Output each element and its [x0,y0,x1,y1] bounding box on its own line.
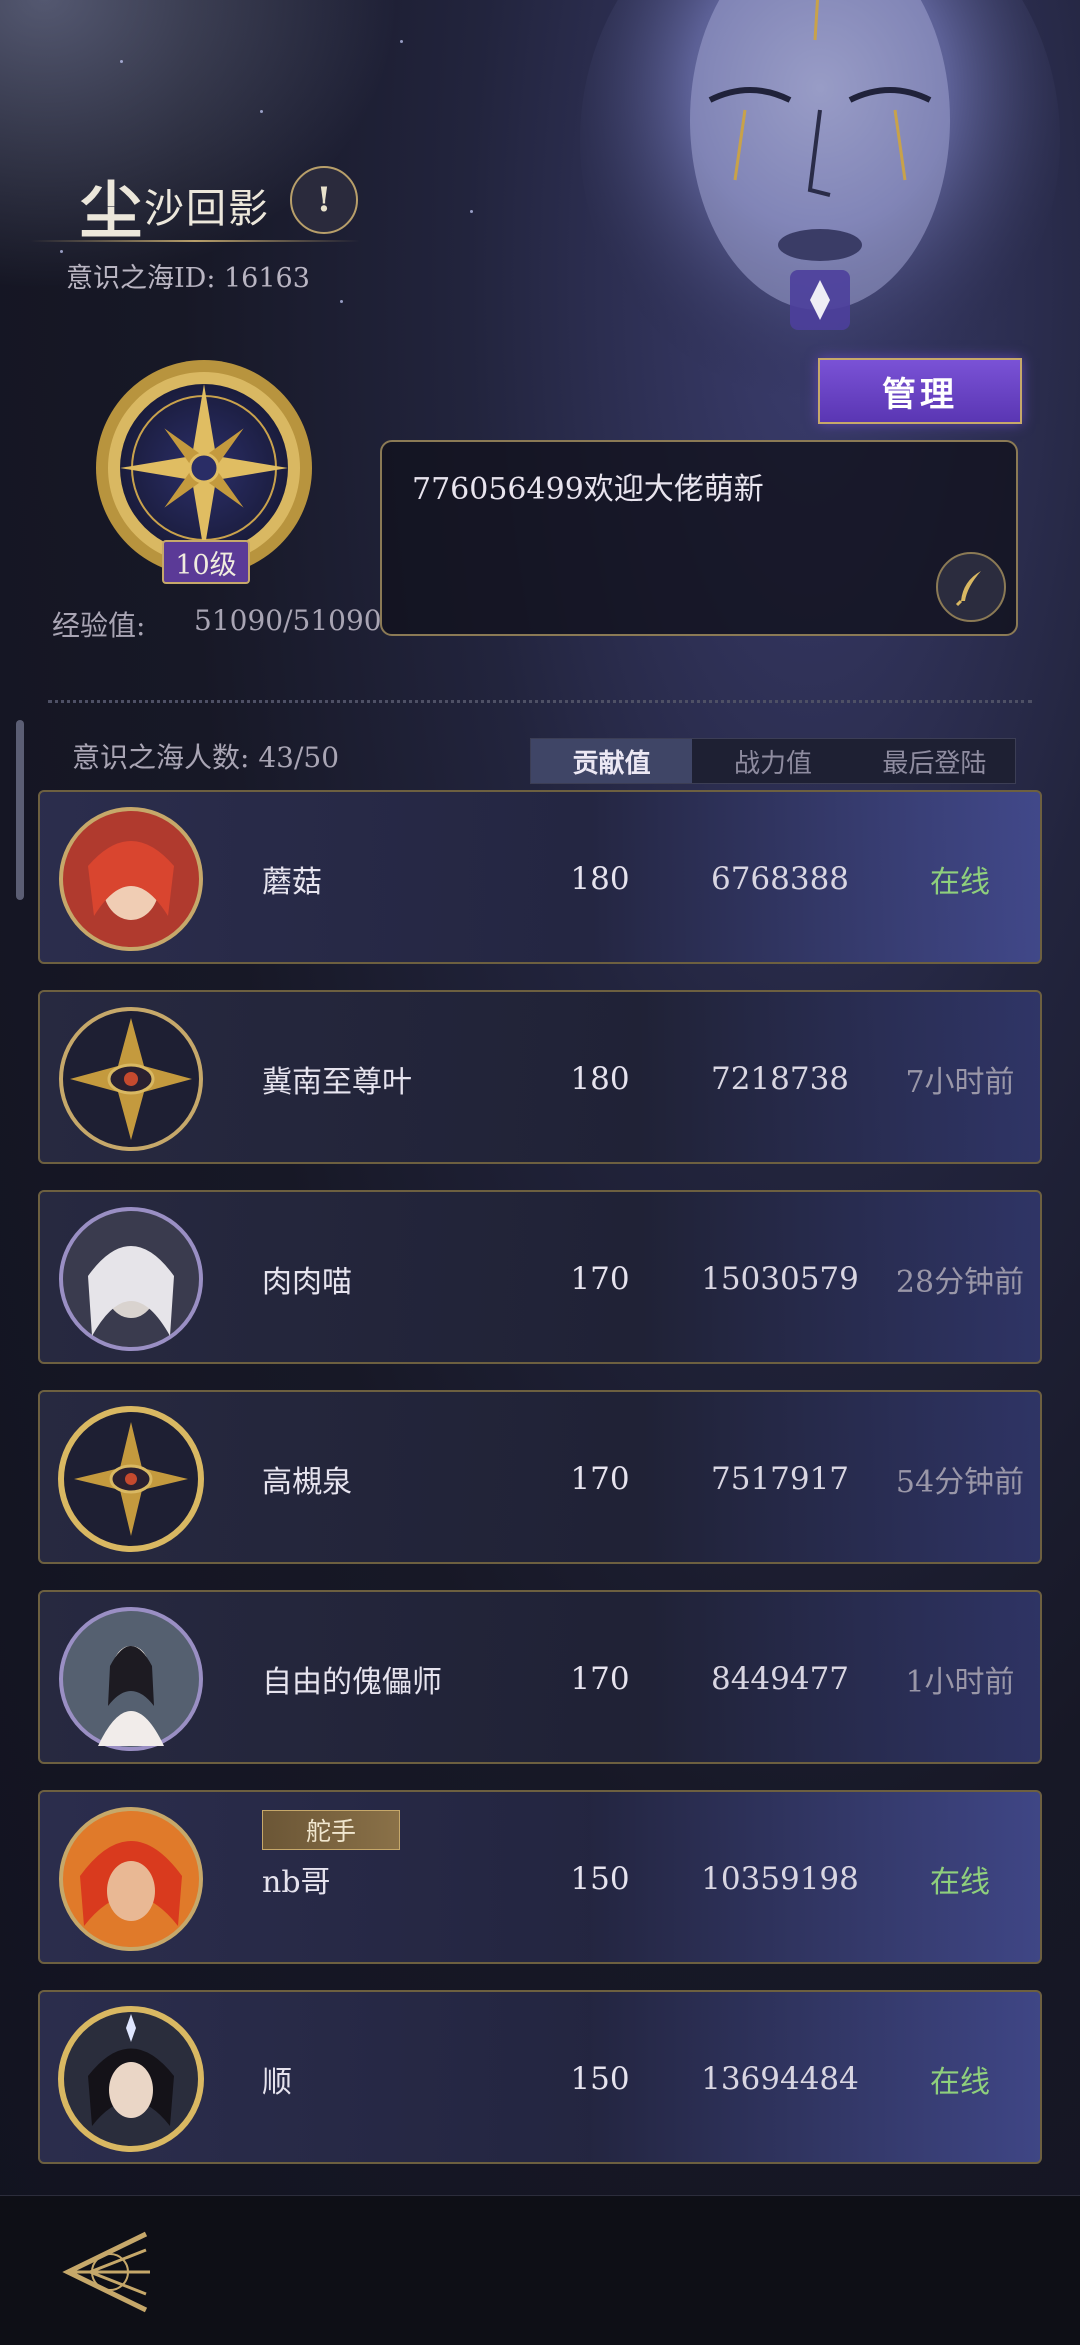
member-status: 在线 [930,1865,990,1900]
member-contribution: 150 [570,2061,630,2097]
avatar [59,1007,203,1151]
guild-screen: 尘 沙回影 ! 意识之海ID: 16163 10级 经验值: 51090/510… [0,0,1080,2345]
member-name: 蘑菇 [262,865,322,900]
title-divider [30,240,360,242]
bottom-bar [0,2195,1080,2345]
scrollbar[interactable] [16,720,24,900]
exclamation-icon: ! [316,180,332,220]
guild-id: 意识之海ID: 16163 [66,263,310,294]
member-name: 肉肉喵 [262,1265,352,1300]
member-contribution: 170 [570,1261,630,1297]
member-contribution: 180 [570,861,630,897]
tab-contribution[interactable]: 贡献值 [531,739,693,783]
manage-button[interactable]: 管理 [818,358,1022,424]
avatar [59,1207,203,1351]
tab-last-login[interactable]: 最后登陆 [854,739,1015,783]
member-status: 54分钟前 [895,1465,1025,1500]
member-status: 在线 [930,2065,990,2100]
member-power: 7517917 [710,1461,850,1497]
member-row[interactable]: 肉肉喵 170 15030579 28分钟前 [38,1190,1042,1364]
member-row[interactable]: 冀南至尊叶 180 7218738 7小时前 [38,990,1042,1164]
back-button[interactable] [50,2226,160,2316]
statue-face-art [580,0,1060,400]
member-row[interactable]: 舵手 nb哥 150 10359198 在线 [38,1790,1042,1964]
member-contribution: 170 [570,1461,630,1497]
exp-value: 51090/51090 [194,604,382,637]
member-row[interactable]: 自由的傀儡师 170 8449477 1小时前 [38,1590,1042,1764]
member-status: 7小时前 [905,1065,1015,1100]
guild-name: 尘 沙回影 [80,160,270,250]
member-contribution: 150 [570,1861,630,1897]
avatar [58,2006,204,2152]
sort-tabs: 贡献值 战力值 最后登陆 [530,738,1016,784]
member-name: 高槻泉 [262,1465,352,1500]
avatar [59,807,203,951]
member-row[interactable]: 蘑菇 180 6768388 在线 [38,790,1042,964]
member-count: 意识之海人数: 43/50 [72,741,340,774]
avatar [59,1807,203,1951]
member-row[interactable]: 高槻泉 170 7517917 54分钟前 [38,1390,1042,1564]
guild-info-button[interactable]: ! [290,166,358,234]
member-contribution: 180 [570,1061,630,1097]
quill-icon [955,571,981,607]
member-name: nb哥 [262,1865,331,1900]
member-status: 1小时前 [905,1665,1015,1700]
member-power: 7218738 [710,1061,850,1097]
member-row[interactable]: 顺 150 13694484 在线 [38,1990,1042,2164]
back-arrow-icon [62,2231,150,2313]
member-status: 28分钟前 [895,1265,1025,1300]
member-contribution: 170 [570,1661,630,1697]
guild-name-initial: 尘 [80,174,143,247]
edit-notice-button[interactable] [936,552,1006,622]
guild-level-badge: 10级 [162,540,250,584]
avatar [58,1406,204,1552]
guild-name-rest: 沙回影 [144,186,271,232]
member-name: 自由的傀儡师 [262,1665,442,1700]
member-power: 6768388 [710,861,850,897]
member-name: 冀南至尊叶 [262,1065,412,1100]
guild-notice-text: 776056499欢迎大佬萌新 [412,472,764,507]
member-power: 13694484 [701,2061,859,2097]
member-power: 15030579 [701,1261,859,1297]
avatar [59,1607,203,1751]
member-power: 8449477 [710,1661,850,1697]
exp-label: 经验值: [52,609,146,642]
guild-notice-box: 776056499欢迎大佬萌新 [380,440,1018,636]
member-status: 在线 [930,865,990,900]
tab-power[interactable]: 战力值 [692,739,853,783]
member-power: 10359198 [701,1861,859,1897]
member-name: 顺 [262,2065,292,2100]
section-divider [48,700,1032,703]
